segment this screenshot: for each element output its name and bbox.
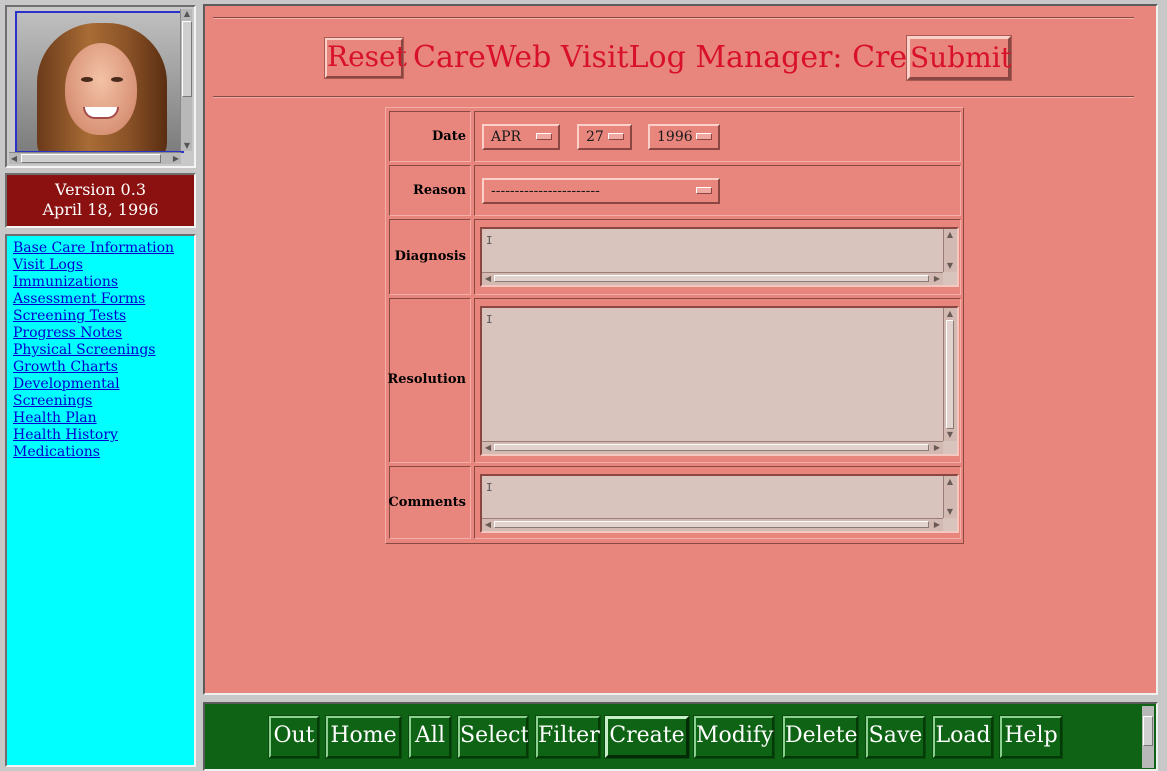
reason-value: -----------------------	[491, 183, 600, 199]
date-value-cell: APR 27 1996	[474, 111, 961, 162]
scroll-left-icon[interactable]: ◀	[482, 443, 494, 453]
nav-link-assessment-forms[interactable]: Assessment Forms	[13, 291, 194, 308]
version-date: April 18, 1996	[42, 200, 159, 219]
month-select[interactable]: APR	[482, 124, 560, 150]
visit-log-form: Date APR 27 1996 Reason ----------------…	[385, 107, 964, 544]
resolution-label-cell: Resolution	[387, 298, 471, 463]
dropdown-indicator-icon	[696, 187, 712, 194]
scroll-down-icon[interactable]: ▼	[944, 507, 956, 517]
diagnosis-vertical-scrollbar[interactable]: ▲ ▼	[943, 229, 957, 272]
scroll-left-icon[interactable]: ◀	[9, 154, 19, 164]
patient-photo	[15, 11, 184, 153]
comments-label-cell: Comments	[388, 466, 471, 539]
diagnosis-horizontal-scrollbar[interactable]: ◀ ▶	[482, 272, 943, 285]
photo-vertical-scrollbar[interactable]: ▲ ▼	[180, 9, 192, 151]
modify-button[interactable]: Modify	[693, 715, 775, 759]
toolbar-vertical-scrollbar[interactable]	[1142, 706, 1154, 768]
resolution-value-cell: I ▲ ▼ ◀ ▶	[474, 298, 961, 463]
dropdown-indicator-icon	[608, 133, 624, 140]
scroll-down-icon[interactable]: ▼	[944, 261, 956, 271]
help-button[interactable]: Help	[999, 715, 1063, 759]
resolution-textarea[interactable]: I ▲ ▼ ◀ ▶	[480, 306, 959, 456]
scroll-right-icon[interactable]: ▶	[931, 520, 943, 530]
nav-link-progress-notes[interactable]: Progress Notes	[13, 325, 194, 342]
date-label: Date	[432, 129, 466, 144]
nav-link-screenings[interactable]: Screenings	[13, 393, 194, 410]
home-button[interactable]: Home	[325, 715, 402, 759]
page-title: CareWeb VisitLog Manager: Create	[413, 40, 955, 75]
toolbar-frame: Out Home All Select Filter Create Modify…	[203, 702, 1158, 771]
nav-link-growth-charts[interactable]: Growth Charts	[13, 359, 194, 376]
load-button[interactable]: Load	[932, 715, 994, 759]
reason-value-cell: -----------------------	[474, 165, 961, 216]
all-button[interactable]: All	[408, 715, 452, 759]
photo-panel: ▲ ▼ ◀ ▶	[5, 5, 196, 168]
main-frame: Reset CareWeb VisitLog Manager: Create S…	[203, 4, 1158, 695]
date-label-cell: Date	[389, 111, 471, 162]
reset-button[interactable]: Reset	[324, 37, 407, 79]
day-value: 27	[586, 129, 604, 145]
filter-button[interactable]: Filter	[535, 715, 601, 759]
nav-link-physical-screenings[interactable]: Physical Screenings	[13, 342, 194, 359]
nav-link-health-plan[interactable]: Health Plan	[13, 410, 194, 427]
scroll-left-icon[interactable]: ◀	[482, 520, 494, 530]
resolution-vertical-scrollbar[interactable]: ▲ ▼	[943, 308, 957, 441]
version-text: Version 0.3	[55, 180, 146, 199]
diagnosis-textarea[interactable]: I ▲ ▼ ◀ ▶	[480, 227, 959, 287]
comments-label: Comments	[388, 495, 466, 510]
scroll-left-icon[interactable]: ◀	[482, 274, 494, 284]
out-button[interactable]: Out	[268, 715, 320, 759]
resolution-horizontal-scrollbar[interactable]: ◀ ▶	[482, 441, 943, 454]
scroll-up-icon[interactable]: ▲	[944, 477, 956, 487]
reason-label-cell: Reason	[389, 165, 471, 216]
reason-label: Reason	[413, 183, 466, 198]
dropdown-indicator-icon	[696, 133, 712, 140]
dropdown-indicator-icon	[536, 133, 552, 140]
select-button[interactable]: Select	[457, 715, 529, 759]
month-value: APR	[491, 129, 522, 145]
photo-horizontal-scrollbar[interactable]: ◀ ▶	[9, 152, 181, 164]
comments-textarea[interactable]: I ▲ ▼ ◀ ▶	[480, 474, 959, 533]
day-select[interactable]: 27	[577, 124, 632, 150]
year-value: 1996	[657, 129, 693, 145]
scroll-right-icon[interactable]: ▶	[931, 443, 943, 453]
scroll-right-icon[interactable]: ▶	[171, 154, 181, 164]
scroll-right-icon[interactable]: ▶	[931, 274, 943, 284]
submit-button[interactable]: Submit	[906, 35, 1012, 81]
top-divider	[213, 17, 1134, 19]
nav-link-health-history[interactable]: Health History	[13, 427, 194, 444]
comments-value-cell: I ▲ ▼ ◀ ▶	[474, 466, 961, 539]
header-divider	[213, 96, 1134, 98]
create-button[interactable]: Create	[604, 715, 690, 759]
delete-button[interactable]: Delete	[782, 715, 859, 759]
version-panel: Version 0.3 April 18, 1996	[5, 173, 196, 228]
nav-link-visit-logs[interactable]: Visit Logs	[13, 257, 194, 274]
scroll-up-icon[interactable]: ▲	[944, 309, 956, 319]
reason-select[interactable]: -----------------------	[482, 178, 720, 204]
navigation-panel: Base Care Information Visit Logs Immuniz…	[5, 234, 196, 767]
diagnosis-value-cell: I ▲ ▼ ◀ ▶	[474, 219, 961, 295]
comments-vertical-scrollbar[interactable]: ▲ ▼	[943, 476, 957, 518]
nav-link-immunizations[interactable]: Immunizations	[13, 274, 194, 291]
diagnosis-label: Diagnosis	[394, 249, 466, 264]
left-frame: ▲ ▼ ◀ ▶ Version 0.3 April 18, 1996 Base …	[0, 0, 201, 771]
nav-link-screening-tests[interactable]: Screening Tests	[13, 308, 194, 325]
nav-link-developmental[interactable]: Developmental	[13, 376, 194, 393]
scroll-down-icon[interactable]: ▼	[182, 141, 192, 151]
nav-link-base-care-information[interactable]: Base Care Information	[13, 240, 194, 257]
year-select[interactable]: 1996	[648, 124, 720, 150]
resolution-label: Resolution	[387, 372, 466, 387]
scroll-up-icon[interactable]: ▲	[944, 230, 956, 240]
diagnosis-label-cell: Diagnosis	[389, 219, 471, 295]
save-button[interactable]: Save	[865, 715, 926, 759]
comments-horizontal-scrollbar[interactable]: ◀ ▶	[482, 518, 943, 531]
scroll-up-icon[interactable]: ▲	[182, 9, 192, 19]
scroll-down-icon[interactable]: ▼	[944, 430, 956, 440]
nav-link-medications[interactable]: Medications	[13, 444, 194, 461]
